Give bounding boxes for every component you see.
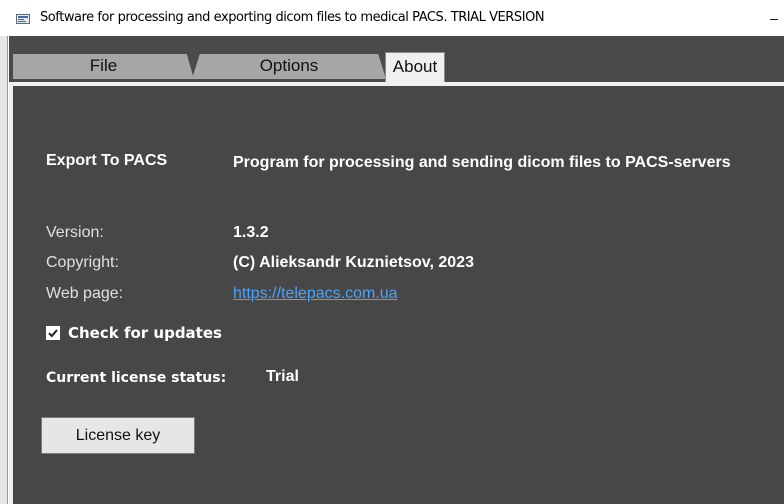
version-value: 1.3.2 (233, 224, 269, 241)
minimize-button[interactable]: – (764, 4, 784, 32)
tab-about[interactable]: About (385, 52, 445, 82)
check-updates-checkbox[interactable]: Check for updates (46, 322, 222, 344)
copyright-value: (C) Alieksandr Kuznietsov, 2023 (233, 254, 474, 271)
window-left-border (0, 36, 8, 504)
app-icon (16, 12, 30, 24)
window-title: Software for processing and exporting di… (40, 10, 545, 25)
tab-options[interactable]: Options (192, 54, 386, 79)
license-status-label: Current license status: (46, 370, 227, 386)
check-updates-label: Check for updates (68, 324, 222, 342)
copyright-label: Copyright: (46, 254, 119, 271)
about-panel: Export To PACS Program for processing an… (9, 82, 784, 504)
checkmark-icon[interactable] (46, 326, 60, 340)
title-bar: Software for processing and exporting di… (0, 0, 784, 36)
web-page-label: Web page: (46, 285, 124, 302)
tab-file[interactable]: File (13, 54, 194, 79)
version-label: Version: (46, 224, 104, 241)
tab-strip: File Options About (9, 36, 784, 82)
license-key-button[interactable]: License key (41, 417, 195, 454)
license-status-value: Trial (266, 368, 299, 385)
web-page-link[interactable]: https://telepacs.com.ua (233, 285, 398, 303)
app-name: Export To PACS (46, 152, 168, 169)
app-description: Program for processing and sending dicom… (233, 154, 731, 171)
